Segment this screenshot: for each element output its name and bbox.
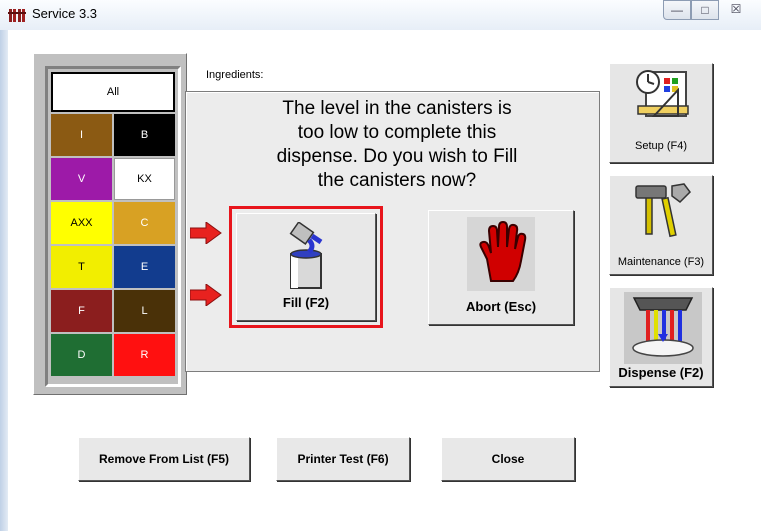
fill-highlight-frame [229,206,383,328]
dispense-label: Dispense (F2) [618,365,704,380]
colorant-cell[interactable]: R [114,334,175,376]
colorant-all-button[interactable]: All [51,72,175,112]
colorant-cell[interactable]: L [114,290,175,332]
close-window-button[interactable]: ☒ [719,0,753,20]
colorant-cell[interactable]: B [114,114,175,156]
colorant-cell[interactable]: AXX [51,202,112,244]
window-frame-left [0,30,8,531]
tools-icon [635,183,691,238]
setup-icon [636,70,689,117]
maximize-icon: □ [701,3,709,17]
colorant-cell[interactable]: E [114,246,175,288]
maintenance-label: Maintenance (F3) [617,256,705,268]
dialog-message-line: dispense. Do you wish to Fill [276,146,518,167]
ingredients-label: Ingredients: [206,69,264,81]
setup-button[interactable]: Setup (F4) [609,63,713,163]
arrow-right-icon [190,284,222,306]
dialog-message-line: The level in the canisters is [282,98,512,119]
dialog-message-line: too low to complete this [297,122,497,143]
close-icon: ☒ [730,2,742,16]
remove-from-list-button[interactable]: Remove From List (F5) [78,437,250,481]
dialog-message: The level in the canisters is too low to… [197,97,597,193]
colorant-cell[interactable]: V [51,158,112,200]
maintenance-button[interactable]: Maintenance (F3) [609,175,713,275]
close-button[interactable]: Close [441,437,575,481]
app-logo-icon [8,9,26,22]
colorant-cell[interactable]: F [51,290,112,332]
printer-test-button[interactable]: Printer Test (F6) [276,437,410,481]
colorant-cell[interactable]: KX [114,158,175,200]
colorant-cell[interactable]: C [114,202,175,244]
arrow-right-icon [190,222,222,244]
dialog-message-line: the canisters now? [317,170,477,191]
colorant-cell[interactable]: D [51,334,112,376]
minimize-button[interactable]: — [663,0,691,20]
stop-hand-icon [479,221,527,282]
title-bar: Service 3.3 — □ ☒ [0,0,761,30]
dispense-button[interactable]: Dispense (F2) [609,287,713,387]
minimize-icon: — [671,3,683,17]
abort-button[interactable]: Abort (Esc) [428,210,574,325]
colorant-grid: All I B V KX AXX C T E F L D R [45,66,181,387]
colorant-cell[interactable]: I [51,114,112,156]
abort-button-label: Abort (Esc) [465,299,537,314]
setup-label: Setup (F4) [635,140,687,152]
colorant-cell[interactable]: T [51,246,112,288]
window-title: Service 3.3 [32,6,98,21]
maximize-button[interactable]: □ [691,0,719,20]
dispenser-icon [624,292,702,364]
colorant-palette: All I B V KX AXX C T E F L D R [33,53,187,395]
